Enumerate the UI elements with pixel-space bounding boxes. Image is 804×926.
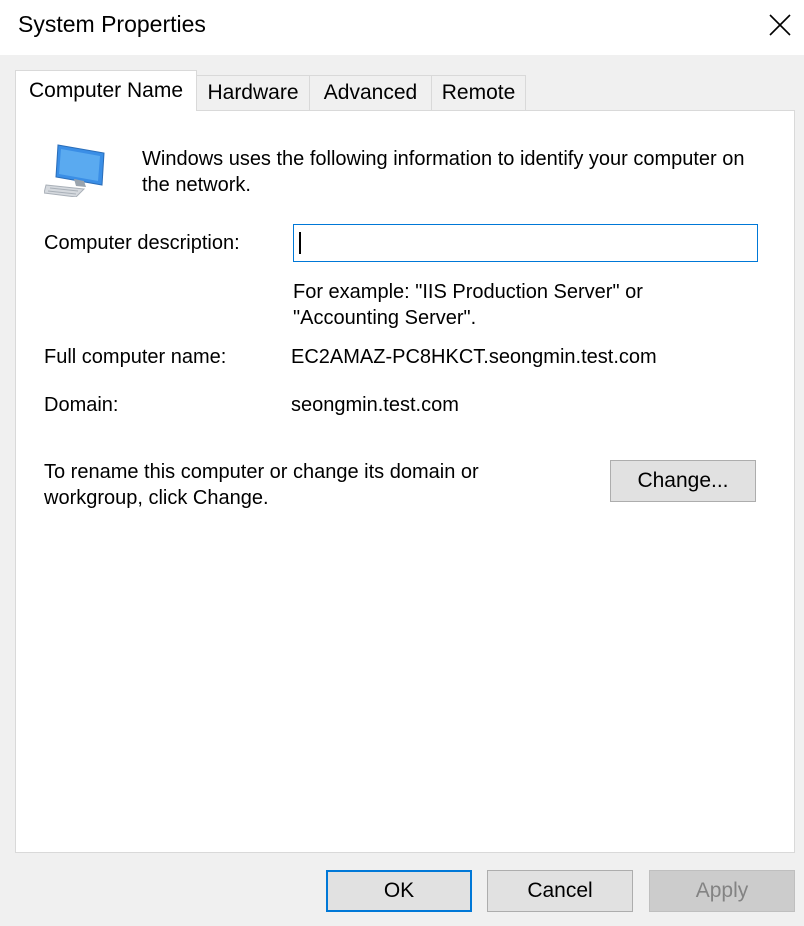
cancel-button[interactable]: Cancel — [487, 870, 633, 912]
tab-remote[interactable]: Remote — [431, 75, 526, 110]
description-example-text: For example: "IIS Production Server" or … — [293, 281, 643, 329]
system-properties-window: System Properties Computer Name Hardware… — [0, 0, 804, 926]
close-button[interactable] — [756, 0, 804, 50]
change-button[interactable]: Change... — [610, 460, 756, 502]
rename-instructions: To rename this computer or change its do… — [44, 461, 479, 509]
close-icon — [769, 14, 791, 36]
computer-icon — [44, 144, 105, 197]
computer-description-label: Computer description: — [44, 232, 240, 254]
computer-name-panel: Windows uses the following information t… — [15, 110, 795, 853]
ok-button[interactable]: OK — [326, 870, 472, 912]
full-computer-name-value: EC2AMAZ-PC8HKCT.seongmin.test.com — [291, 346, 657, 368]
text-caret — [299, 232, 301, 254]
title-bar: System Properties — [0, 0, 804, 55]
apply-button[interactable]: Apply — [649, 870, 795, 912]
tab-computer-name[interactable]: Computer Name — [15, 70, 197, 111]
window-title: System Properties — [18, 11, 206, 37]
tab-advanced[interactable]: Advanced — [309, 75, 432, 110]
full-computer-name-label: Full computer name: — [44, 346, 227, 368]
tab-hardware[interactable]: Hardware — [196, 75, 310, 110]
domain-value: seongmin.test.com — [291, 394, 459, 416]
computer-description-input[interactable] — [293, 224, 758, 262]
intro-text: Windows uses the following information t… — [142, 148, 745, 196]
domain-label: Domain: — [44, 394, 119, 416]
